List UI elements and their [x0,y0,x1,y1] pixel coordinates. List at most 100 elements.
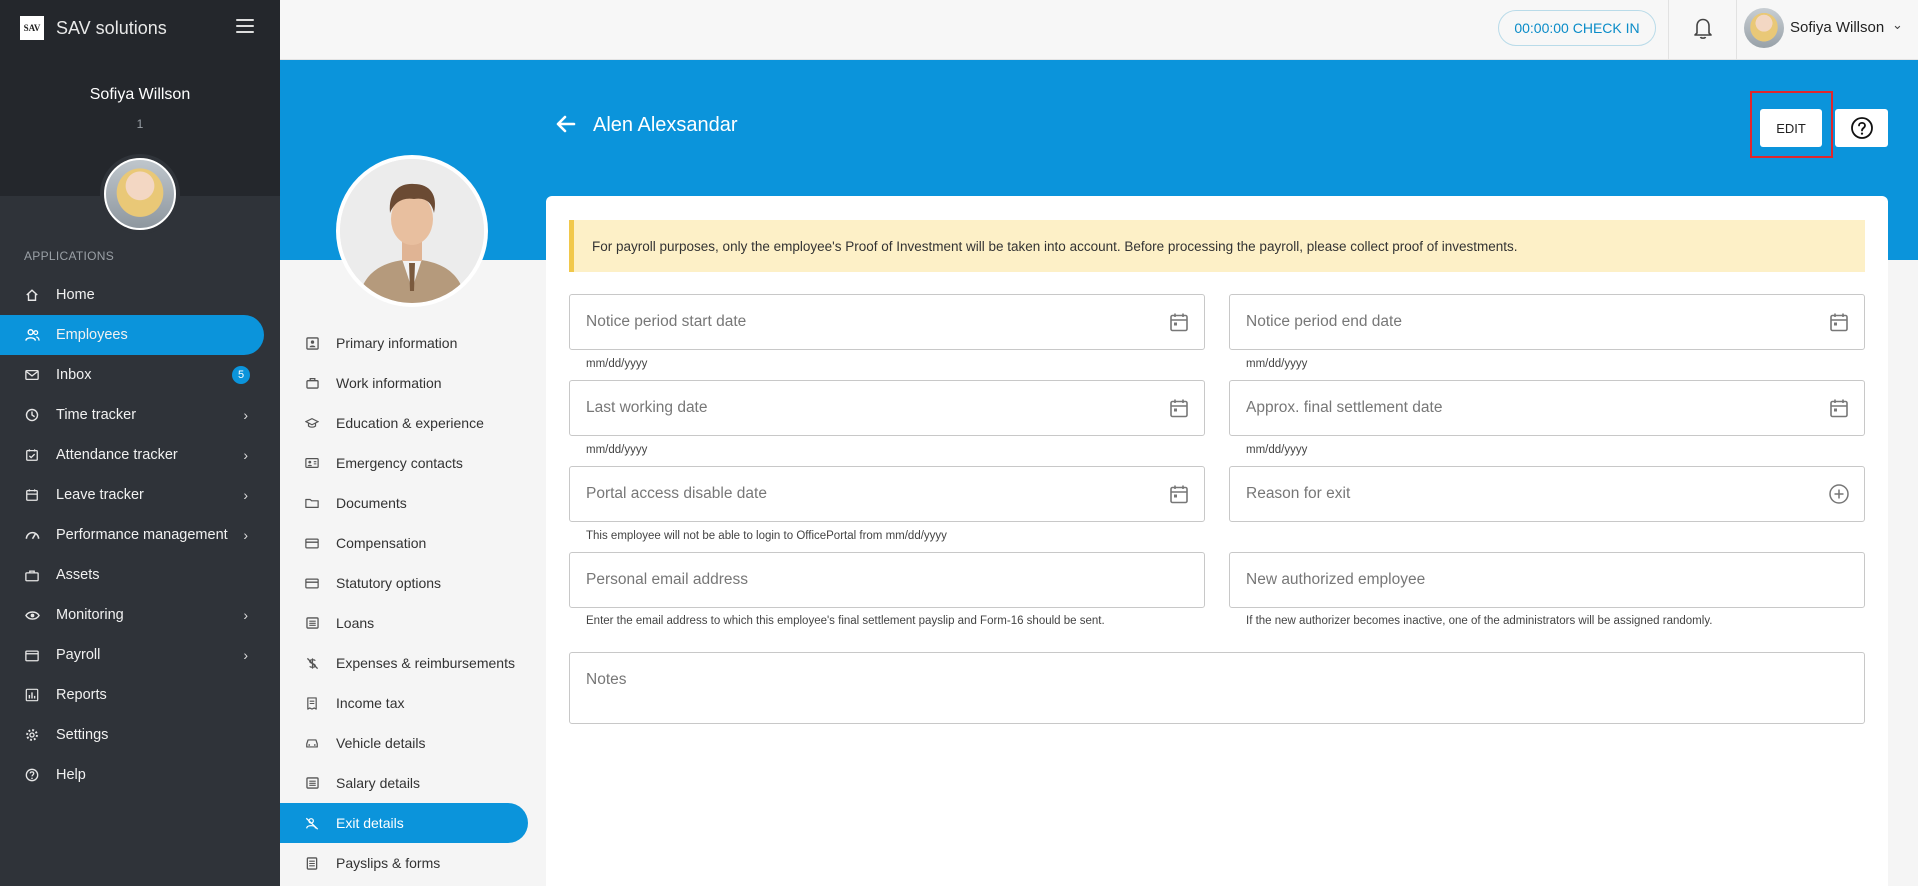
sidebar-item-help[interactable]: Help [0,755,280,795]
calendar-icon[interactable] [1168,397,1190,419]
user-name[interactable]: Sofiya Willson [1790,19,1884,36]
profile-tab-salary-details[interactable]: Salary details [280,763,528,803]
profile-tab-exit-details[interactable]: Exit details [280,803,528,843]
reason-for-exit-field [1229,466,1865,522]
chevron-right-icon: › [243,607,248,623]
sidebar-item-home[interactable]: Home [0,275,280,315]
chevron-down-icon[interactable]: ⌄ [1892,17,1903,33]
edit-button[interactable]: EDIT [1760,109,1822,147]
profile-tab-label: Exit details [336,815,404,831]
personal-email-field [569,552,1205,608]
notice-period-start-field [569,294,1205,350]
bell-icon[interactable] [1692,16,1714,40]
calendar-icon[interactable] [1828,311,1850,333]
gauge-icon [24,527,40,543]
profile-tab-label: Income tax [336,695,405,711]
profile-tab-work-information[interactable]: Work information [280,363,528,403]
profile-tab-documents[interactable]: Documents [280,483,528,523]
profile-tab-compensation[interactable]: Compensation [280,523,528,563]
calendar-check-icon [24,447,40,463]
calendar-icon[interactable] [1168,483,1190,505]
no-money-icon [304,655,320,671]
sidebar-user-name: Sofiya Willson [89,86,191,103]
divider [1736,0,1737,60]
sidebar-item-time-tracker[interactable]: Time tracker › [0,395,280,435]
profile-tab-statutory-options[interactable]: Statutory options [280,563,528,603]
sidebar-item-payroll[interactable]: Payroll › [0,635,280,675]
sidebar-item-attendance-tracker[interactable]: Attendance tracker › [0,435,280,475]
menu-toggle-icon[interactable] [236,19,254,33]
notice-period-start-input[interactable] [570,295,1204,349]
profile-tab-label: Emergency contacts [336,455,463,471]
profile-tab-label: Compensation [336,535,427,551]
sidebar-item-monitoring[interactable]: Monitoring › [0,595,280,635]
wallet-icon [24,647,40,663]
profile-tab-label: Expenses & reimbursements [336,655,515,671]
sidebar-item-settings[interactable]: Settings [0,715,280,755]
profile-tab-payslips-forms[interactable]: Payslips & forms [280,843,528,883]
final-settlement-date-input[interactable] [1230,381,1864,435]
sidebar-item-label: Settings [56,727,109,743]
employee-avatar[interactable] [336,155,488,307]
person-off-icon [304,815,320,831]
help-icon [24,767,40,783]
last-working-date-input[interactable] [570,381,1204,435]
sidebar-item-employees[interactable]: Employees [0,315,264,355]
plus-circle-icon[interactable] [1828,483,1850,505]
portal-access-disable-field [569,466,1205,522]
profile-tab-label: Education & experience [336,415,484,431]
final-settlement-date-hint: mm/dd/yyyy [1246,444,1308,456]
sidebar-item-label: Assets [56,567,100,583]
calendar-icon[interactable] [1828,397,1850,419]
brand[interactable]: SAV SAV solutions [20,16,167,40]
profile-tab-education-experience[interactable]: Education & experience [280,403,528,443]
car-icon [304,735,320,751]
sidebar-item-performance-management[interactable]: Performance management › [0,515,280,555]
profile-tab-label: Statutory options [336,575,442,591]
sidebar-avatar[interactable] [100,154,180,234]
profile-tab-loans[interactable]: Loans [280,603,528,643]
sidebar-item-leave-tracker[interactable]: Leave tracker › [0,475,280,515]
sidebar-item-label: Help [56,767,86,783]
exit-details-card: For payroll purposes, only the employee'… [546,196,1888,886]
sidebar-item-label: Leave tracker [56,487,144,503]
profile-tab-vehicle-details[interactable]: Vehicle details [280,723,528,763]
sidebar-item-label: Inbox [56,367,92,383]
back-arrow-icon[interactable] [554,112,578,136]
profile-tab-expenses-reimbursements[interactable]: Expenses & reimbursements [280,643,528,683]
sidebar-item-reports[interactable]: Reports [0,675,280,715]
profile-tab-primary-information[interactable]: Primary information [280,323,528,363]
sidebar-item-label: Payroll [56,647,101,663]
payroll-notice-banner: For payroll purposes, only the employee'… [569,220,1865,272]
list-icon [304,615,320,631]
personal-email-input[interactable] [570,553,1204,607]
profile-tab-label: Documents [336,495,407,511]
notice-period-end-field [1229,294,1865,350]
help-button[interactable] [1835,109,1888,147]
profile-tab-emergency-contacts[interactable]: Emergency contacts [280,443,528,483]
briefcase-icon [24,567,40,583]
personal-email-hint: Enter the email address to which this em… [586,615,1105,627]
check-in-button[interactable]: 00:00:00 CHECK IN [1498,10,1656,46]
sidebar-item-inbox[interactable]: Inbox 5 [0,355,280,395]
chevron-right-icon: › [243,647,248,663]
sidebar-item-label: Time tracker [56,407,137,423]
reason-for-exit-input[interactable] [1230,467,1864,521]
sidebar-item-label: Performance management [56,527,228,543]
profile-tab-income-tax[interactable]: Income tax [280,683,528,723]
sidebar-item-assets[interactable]: Assets [0,555,280,595]
gear-icon [24,727,40,743]
portal-access-disable-input[interactable] [570,467,1204,521]
notice-period-end-input[interactable] [1230,295,1864,349]
sidebar-nav: Home Employees Inbox 5 Time tracker › At… [0,275,280,795]
calendar-icon[interactable] [1168,311,1190,333]
new-authorized-employee-field [1229,552,1865,608]
user-avatar[interactable] [1744,8,1784,48]
last-working-date-hint: mm/dd/yyyy [586,444,648,456]
sidebar: SAV SAV solutions Sofiya Willson 1 APPLI… [0,0,280,886]
notice-period-end-hint: mm/dd/yyyy [1246,358,1308,370]
profile-tab-label: Loans [336,615,375,631]
profile-tab-label: Payslips & forms [336,855,441,871]
new-authorized-employee-input[interactable] [1230,553,1864,607]
notes-textarea[interactable] [570,653,1864,723]
